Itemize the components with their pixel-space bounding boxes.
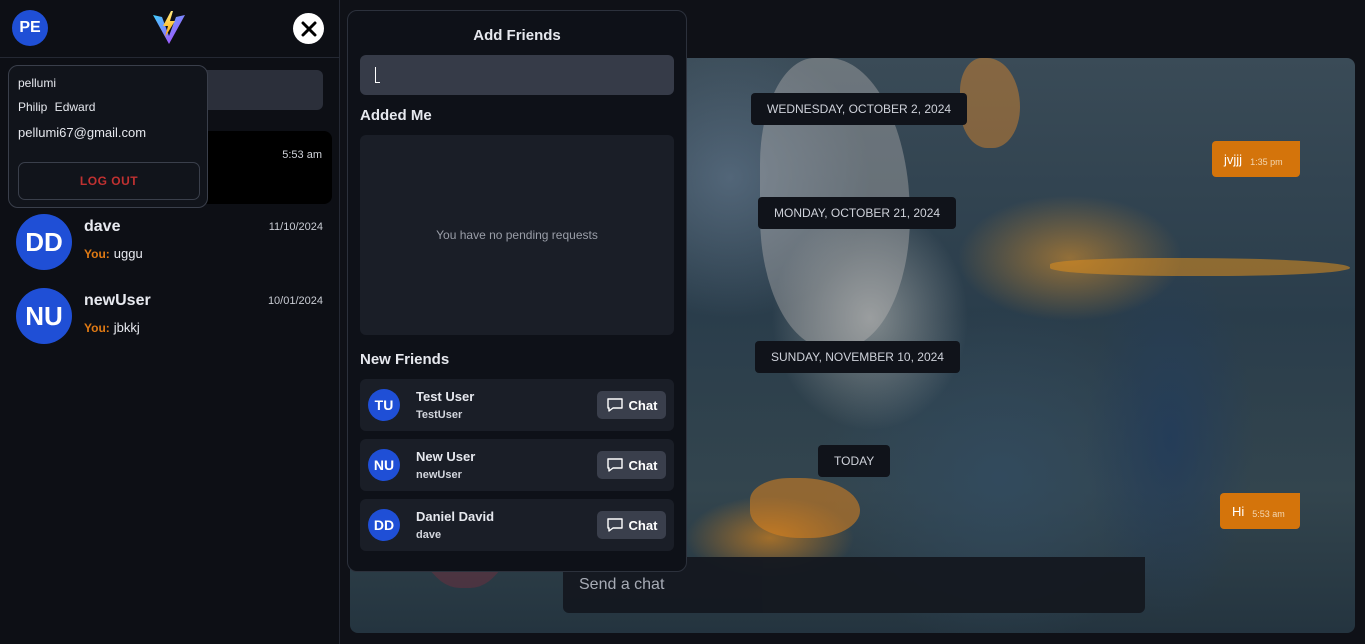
- friend-name: Daniel David: [416, 509, 495, 524]
- chat-time: 11/10/2024: [268, 221, 323, 233]
- last-message-text: jbkkj: [113, 320, 140, 335]
- add-friends-panel: Add Friends Added Me You have no pending…: [347, 10, 687, 572]
- chat-button-label: Chat: [628, 457, 658, 473]
- chat-name: dave: [84, 218, 121, 235]
- added-me-heading: Added Me: [360, 107, 432, 124]
- friend-row: TU Test User TestUser Chat: [360, 379, 674, 431]
- app-root: PE 5:53 am DD dave 11/10/2024 You: uggu …: [0, 0, 1365, 644]
- avatar: NU: [16, 288, 72, 344]
- date-separator: TODAY: [818, 445, 891, 477]
- chat-list-item[interactable]: NU newUser 10/01/2024 You: jbkkj: [0, 282, 340, 354]
- chat-last-message: You: uggu: [84, 246, 143, 261]
- date-separator: WEDNESDAY, OCTOBER 2, 2024: [751, 93, 968, 125]
- chat-list-item[interactable]: DD dave 11/10/2024 You: uggu: [0, 208, 340, 280]
- close-icon[interactable]: [293, 13, 324, 44]
- message-text: jvjjj: [1224, 151, 1243, 167]
- chat-bubble-icon: [606, 518, 623, 532]
- friend-name: Test User: [416, 389, 475, 404]
- paint-stroke: [750, 478, 860, 538]
- panel-title: Add Friends: [473, 27, 561, 44]
- profile-email: pellumi67@gmail.com: [18, 125, 147, 140]
- chat-button-label: Chat: [628, 517, 658, 533]
- chat-button[interactable]: Chat: [597, 511, 666, 539]
- logout-button[interactable]: LOG OUT: [18, 162, 200, 200]
- chat-time: 10/01/2024: [267, 295, 323, 307]
- chat-last-message: You: jbkkj: [84, 320, 140, 335]
- you-prefix: You:: [84, 247, 110, 261]
- avatar: NU: [368, 449, 400, 481]
- friend-username: TestUser: [416, 409, 463, 421]
- chat-list-item-active[interactable]: 5:53 am: [200, 131, 332, 204]
- friend-username: dave: [416, 529, 442, 541]
- new-friends-heading: New Friends: [360, 351, 450, 368]
- sidebar: PE 5:53 am DD dave 11/10/2024 You: uggu …: [0, 0, 340, 644]
- pending-empty-text: You have no pending requests: [436, 228, 598, 242]
- friend-username: newUser: [416, 469, 462, 481]
- chat-time: 5:53 am: [282, 149, 322, 161]
- friend-row: DD Daniel David dave Chat: [360, 499, 674, 551]
- user-avatar-button[interactable]: PE: [12, 10, 48, 46]
- message-bubble[interactable]: jvjjj 1:35 pm: [1212, 141, 1300, 177]
- message-time: 1:35 pm: [1250, 157, 1283, 167]
- add-friend-search-input[interactable]: [360, 55, 674, 95]
- paint-stroke: [1050, 258, 1350, 276]
- message-text: Hi: [1232, 503, 1245, 519]
- profile-username: pellumi: [18, 76, 57, 90]
- chat-button[interactable]: Chat: [597, 391, 666, 419]
- message-time: 5:53 am: [1252, 509, 1285, 519]
- date-separator: SUNDAY, NOVEMBER 10, 2024: [755, 341, 960, 373]
- chat-name: newUser: [84, 292, 151, 309]
- last-message-text: uggu: [113, 246, 143, 261]
- chat-bubble-icon: [606, 458, 623, 472]
- sidebar-search-input[interactable]: [200, 70, 323, 110]
- message-bubble[interactable]: Hi 5:53 am: [1220, 493, 1300, 529]
- profile-full-name: Philip Edward: [18, 100, 96, 114]
- chat-button-label: Chat: [628, 397, 658, 413]
- sidebar-header: PE: [0, 0, 339, 58]
- avatar: TU: [368, 389, 400, 421]
- paint-stroke: [960, 58, 1020, 148]
- friend-row: NU New User newUser Chat: [360, 439, 674, 491]
- profile-dropdown: pellumi Philip Edward pellumi67@gmail.co…: [8, 65, 208, 208]
- date-separator: MONDAY, OCTOBER 21, 2024: [758, 197, 957, 229]
- app-logo-icon: [153, 11, 185, 44]
- friend-name: New User: [416, 449, 476, 464]
- chat-button[interactable]: Chat: [597, 451, 666, 479]
- text-cursor: [375, 67, 380, 83]
- avatar: DD: [368, 509, 400, 541]
- chat-bubble-icon: [606, 398, 623, 412]
- avatar: DD: [16, 214, 72, 270]
- you-prefix: You:: [84, 321, 110, 335]
- pending-requests-box: You have no pending requests: [360, 135, 674, 335]
